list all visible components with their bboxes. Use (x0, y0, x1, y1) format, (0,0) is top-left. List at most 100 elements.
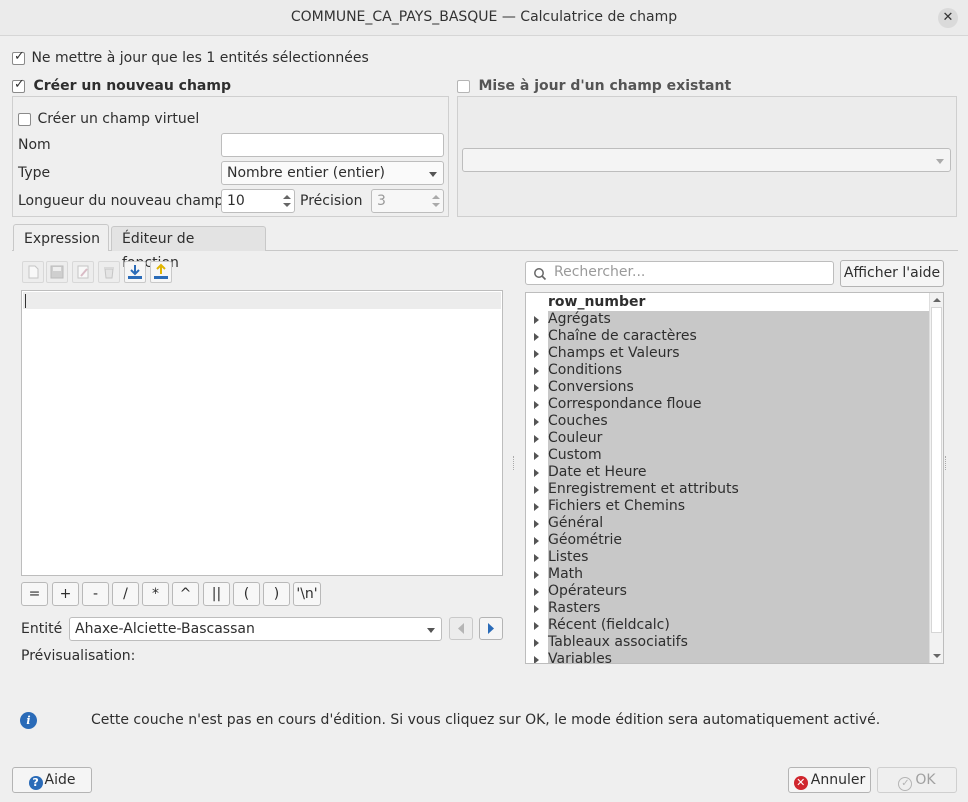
spin-up-icon[interactable] (432, 195, 440, 199)
tree-item[interactable]: Couleur (534, 430, 929, 447)
scroll-down-icon[interactable] (932, 652, 942, 660)
expand-arrow-icon[interactable] (534, 622, 539, 630)
virtual-field-checkbox[interactable]: Créer un champ virtuel (18, 111, 199, 127)
tree-item[interactable]: Custom (534, 447, 929, 464)
existing-field-select[interactable] (462, 148, 951, 172)
expression-editor[interactable] (21, 290, 503, 576)
only-selected-checkbox[interactable]: Ne mettre à jour que les 1 entités sélec… (12, 49, 369, 66)
expand-arrow-icon[interactable] (534, 537, 539, 545)
tree-item[interactable]: Champs et Valeurs (534, 345, 929, 362)
spin-up-icon[interactable] (283, 195, 291, 199)
expand-arrow-icon[interactable] (534, 503, 539, 511)
tab-function-editor[interactable]: Éditeur de fonction (111, 226, 266, 271)
name-input[interactable] (221, 133, 444, 157)
update-existing-field-checkbox[interactable]: Mise à jour d'un champ existant (457, 78, 731, 94)
previous-entity-button[interactable] (449, 617, 473, 640)
expand-arrow-icon[interactable] (534, 469, 539, 477)
export-icon[interactable] (150, 261, 172, 283)
entity-select[interactable]: Ahaxe-Alciette-Bascassan (69, 617, 442, 641)
expand-arrow-icon[interactable] (534, 435, 539, 443)
tree-item[interactable]: Chaîne de caractères (534, 328, 929, 345)
tree-item[interactable]: Variables (534, 651, 929, 663)
create-new-field-checkbox[interactable]: Créer un nouveau champ (12, 77, 231, 94)
operator-plus-button[interactable]: + (52, 582, 79, 606)
tree-item[interactable]: Couches (534, 413, 929, 430)
tree-item[interactable]: Enregistrement et attributs (534, 481, 929, 498)
expand-arrow-icon[interactable] (534, 350, 539, 358)
expand-arrow-icon[interactable] (534, 520, 539, 528)
checkbox-unchecked-icon[interactable] (18, 112, 31, 126)
tree-item[interactable]: Conversions (534, 379, 929, 396)
tree-item[interactable]: Fichiers et Chemins (534, 498, 929, 515)
tab-expression[interactable]: Expression (13, 224, 109, 251)
tree-scrollbar[interactable] (929, 293, 943, 663)
expand-arrow-icon[interactable] (534, 571, 539, 579)
scrollbar-thumb[interactable] (931, 307, 942, 633)
operator-multiply-button[interactable]: * (142, 582, 169, 606)
save-icon[interactable] (46, 261, 68, 283)
operator-equals-button[interactable]: = (21, 582, 48, 606)
function-tree[interactable]: row_number Agrégats Chaîne de caractères… (525, 292, 944, 664)
expand-arrow-icon[interactable] (534, 656, 539, 663)
function-search-input[interactable]: Rechercher... (525, 261, 834, 285)
operator-close-paren-button[interactable]: ) (263, 582, 290, 606)
operator-newline-button[interactable]: '\n' (293, 582, 321, 606)
expand-arrow-icon[interactable] (534, 367, 539, 375)
length-spinbox[interactable]: 10 (221, 189, 295, 213)
expand-arrow-icon[interactable] (534, 605, 539, 613)
edit-icon[interactable] (72, 261, 94, 283)
expand-arrow-icon[interactable] (534, 333, 539, 341)
splitter-handle-right[interactable] (945, 456, 947, 470)
tree-item[interactable]: Conditions (534, 362, 929, 379)
checkbox-checked-icon[interactable] (12, 77, 25, 93)
next-entity-button[interactable] (479, 617, 503, 640)
precision-label: Précision (300, 193, 363, 209)
help-button-label: Aide (44, 772, 76, 788)
spin-down-icon[interactable] (432, 203, 440, 207)
expand-arrow-icon[interactable] (534, 418, 539, 426)
operator-concat-button[interactable]: || (203, 582, 230, 606)
expand-arrow-icon[interactable] (534, 588, 539, 596)
expand-arrow-icon[interactable] (534, 639, 539, 647)
expand-arrow-icon[interactable] (534, 316, 539, 324)
expand-arrow-icon[interactable] (534, 554, 539, 562)
type-select[interactable]: Nombre entier (entier) (221, 161, 444, 185)
chevron-down-icon (427, 628, 435, 633)
tree-item[interactable]: Tableaux associatifs (534, 634, 929, 651)
new-file-icon[interactable] (22, 261, 44, 283)
tree-item[interactable]: Date et Heure (534, 464, 929, 481)
spin-down-icon[interactable] (283, 203, 291, 207)
operator-divide-button[interactable]: / (112, 582, 139, 606)
ok-button[interactable]: ✓ OK (877, 767, 957, 793)
cancel-button[interactable]: ✕ Annuler (788, 767, 871, 793)
tree-item[interactable]: Correspondance floue (534, 396, 929, 413)
tree-item[interactable]: Agrégats (534, 311, 929, 328)
checkbox-unchecked-icon[interactable] (457, 79, 470, 93)
close-icon[interactable]: ✕ (938, 8, 958, 28)
tree-item[interactable]: Listes (534, 549, 929, 566)
operator-open-paren-button[interactable]: ( (233, 582, 260, 606)
help-icon: ? (28, 776, 43, 790)
tree-item[interactable]: Géométrie (534, 532, 929, 549)
tree-item[interactable]: Récent (fieldcalc) (534, 617, 929, 634)
expand-arrow-icon[interactable] (534, 486, 539, 494)
splitter-handle[interactable] (513, 456, 515, 470)
show-help-button[interactable]: Afficher l'aide (840, 260, 944, 287)
arrow-left-icon (458, 623, 464, 634)
tree-item[interactable]: Math (534, 566, 929, 583)
precision-spinbox[interactable]: 3 (371, 189, 444, 213)
delete-icon[interactable] (98, 261, 120, 283)
operator-power-button[interactable]: ^ (172, 582, 199, 606)
scroll-up-icon[interactable] (932, 296, 942, 304)
import-icon[interactable] (124, 261, 146, 283)
tree-item[interactable]: Général (534, 515, 929, 532)
tree-item[interactable]: Opérateurs (534, 583, 929, 600)
checkbox-checked-icon[interactable] (12, 49, 25, 65)
help-button[interactable]: ? Aide (12, 767, 92, 793)
expand-arrow-icon[interactable] (534, 384, 539, 392)
tree-item-row-number[interactable]: row_number (548, 294, 929, 311)
operator-minus-button[interactable]: - (82, 582, 109, 606)
expand-arrow-icon[interactable] (534, 401, 539, 409)
tree-item[interactable]: Rasters (534, 600, 929, 617)
expand-arrow-icon[interactable] (534, 452, 539, 460)
